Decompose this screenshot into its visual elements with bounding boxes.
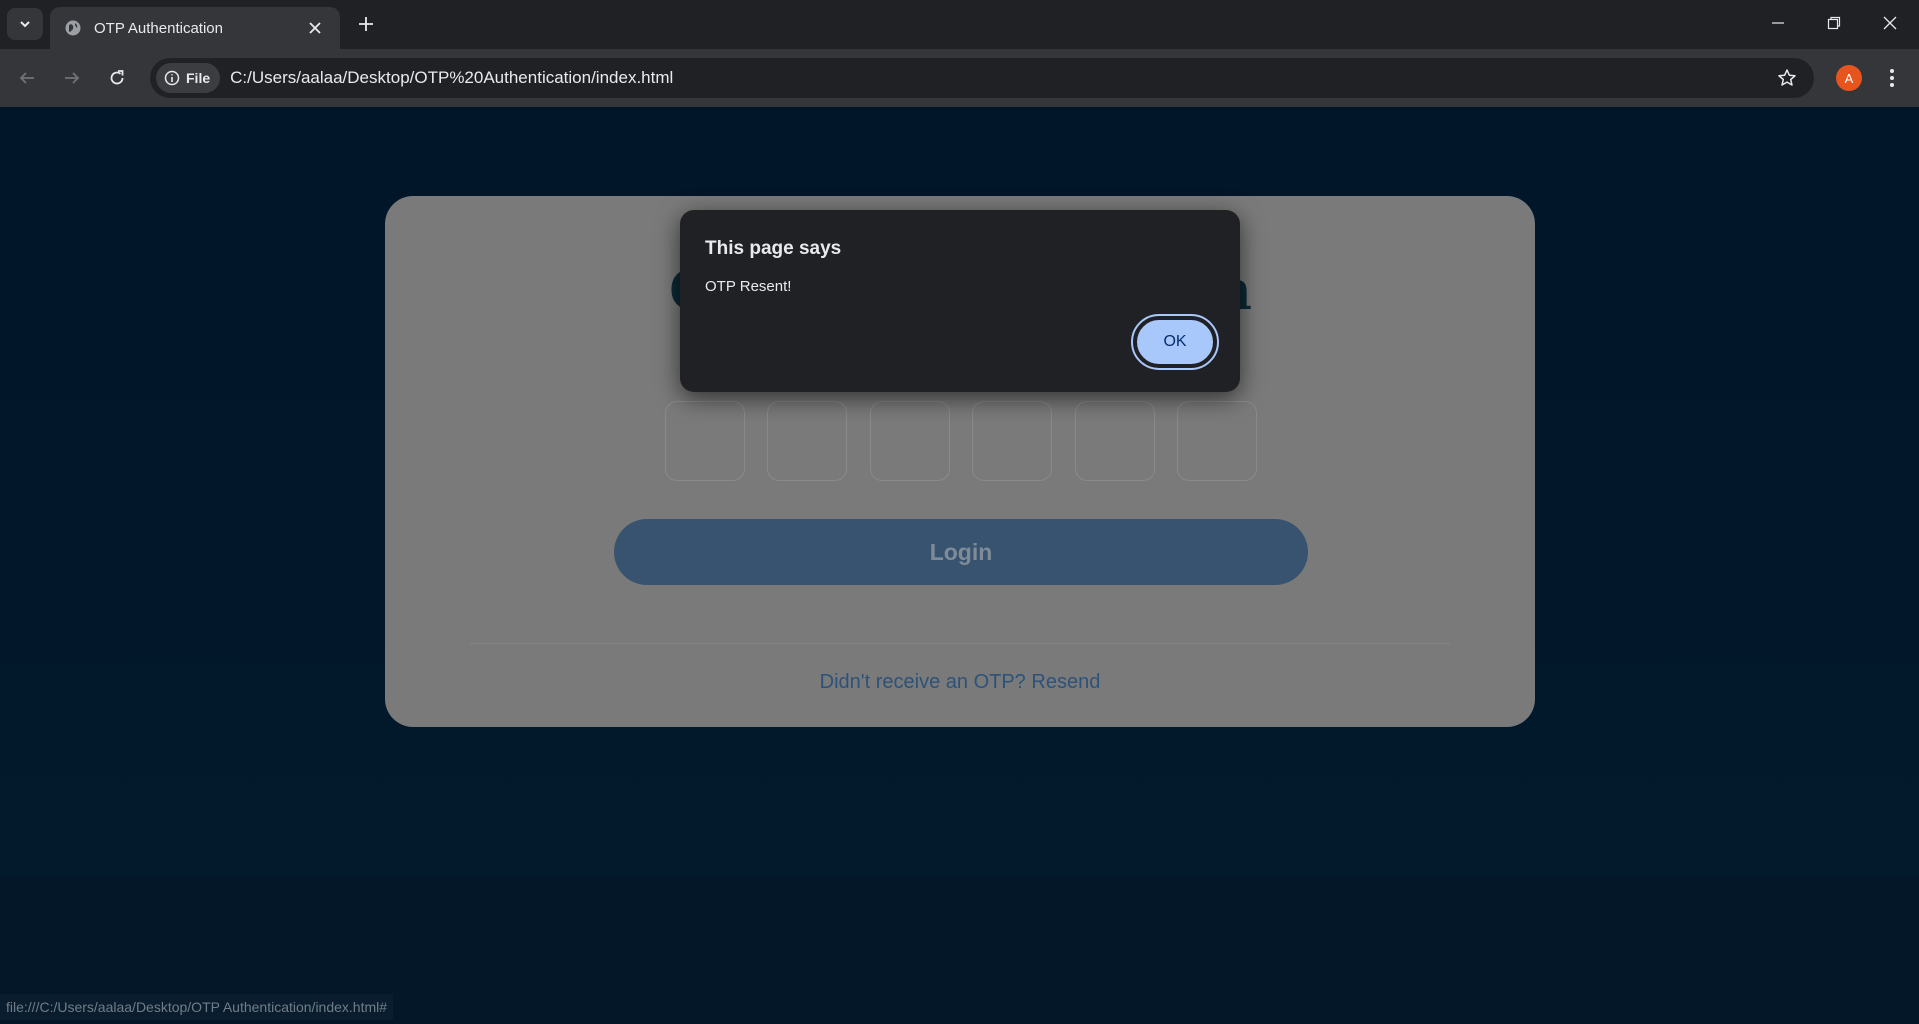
otp-digit-5[interactable]: [1074, 401, 1155, 481]
page-viewport: OTP Authentication Enter the 6 digit OTP…: [0, 107, 1919, 1024]
globe-icon: [65, 20, 81, 36]
divider: [470, 643, 1450, 644]
otp-digit-1[interactable]: [665, 401, 745, 481]
arrow-left-icon: [19, 72, 34, 84]
restore-icon: [1827, 16, 1841, 30]
login-button[interactable]: Login: [614, 519, 1308, 585]
forward-button[interactable]: [55, 61, 89, 95]
resend-row: Didn't receive an OTP? Resend: [385, 671, 1535, 694]
bookmark-button[interactable]: [1770, 61, 1804, 95]
minimize-icon: [1772, 22, 1784, 24]
ok-button[interactable]: OK: [1131, 314, 1219, 370]
tab-title: OTP Authentication: [94, 19, 223, 37]
chevron-down-icon: [20, 21, 30, 28]
info-icon: [164, 70, 180, 86]
minimize-button[interactable]: [1750, 0, 1806, 46]
reload-button[interactable]: [100, 61, 134, 95]
otp-input-row: [665, 401, 1257, 481]
more-vertical-icon: [1890, 69, 1894, 87]
dialog-message: OTP Resent!: [705, 278, 792, 295]
site-chip-label: File: [186, 70, 211, 86]
browser-menu-button[interactable]: [1878, 61, 1906, 95]
tab-search-button[interactable]: [7, 8, 43, 40]
plus-icon: [359, 17, 373, 31]
otp-digit-6[interactable]: [1176, 401, 1257, 481]
otp-digit-4[interactable]: [972, 401, 1053, 481]
dialog-title: This page says: [705, 238, 842, 259]
arrow-right-icon: [65, 72, 80, 84]
profile-avatar[interactable]: A: [1836, 65, 1862, 91]
restore-button[interactable]: [1806, 0, 1862, 46]
resend-prompt: Didn't receive an OTP?: [819, 671, 1026, 693]
status-bar-url: file:///C:/Users/aalaa/Desktop/OTP Authe…: [0, 994, 394, 1020]
otp-digit-2[interactable]: [767, 401, 848, 481]
star-icon: [1778, 69, 1796, 86]
browser-toolbar: File C:/Users/aalaa/Desktop/OTP%20Authen…: [0, 49, 1919, 107]
resend-link[interactable]: Resend: [1031, 671, 1100, 693]
close-window-button[interactable]: [1862, 0, 1918, 46]
new-tab-button[interactable]: [352, 10, 380, 38]
alert-dialog: This page says OTP Resent! OK: [680, 210, 1240, 392]
address-bar[interactable]: File C:/Users/aalaa/Desktop/OTP%20Authen…: [150, 58, 1814, 98]
tab-strip: OTP Authentication: [0, 0, 1919, 49]
back-button[interactable]: [10, 61, 44, 95]
site-info-chip[interactable]: File: [156, 63, 221, 93]
otp-digit-3[interactable]: [869, 401, 950, 481]
browser-tab[interactable]: OTP Authentication: [50, 7, 340, 49]
url-text[interactable]: C:/Users/aalaa/Desktop/OTP%20Authenticat…: [230, 68, 1770, 88]
reload-icon: [110, 70, 124, 85]
close-icon: [1883, 16, 1897, 30]
close-icon: [309, 22, 321, 34]
tab-close-button[interactable]: [304, 17, 326, 39]
